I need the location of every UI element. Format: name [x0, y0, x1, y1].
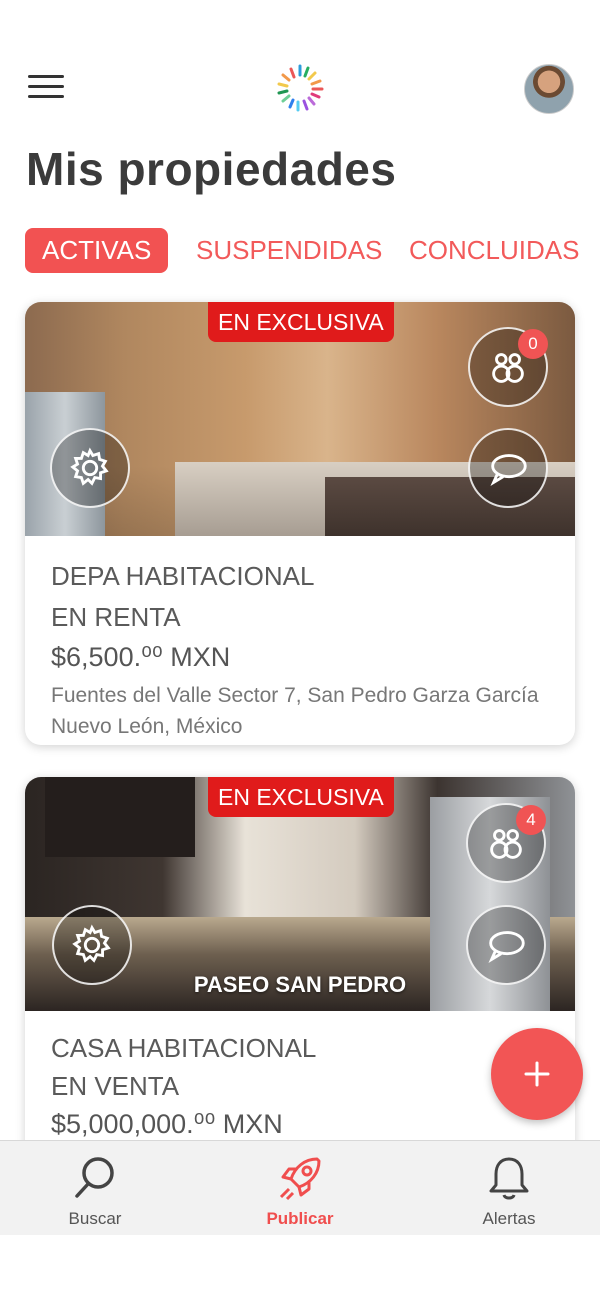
property-address-region: Nuevo León, México: [51, 715, 243, 738]
interested-count-badge: 4: [516, 805, 546, 835]
interested-users-button[interactable]: 0: [468, 327, 548, 407]
tab-activas[interactable]: ACTIVAS: [25, 228, 169, 273]
property-operation: EN RENTA: [51, 602, 181, 632]
bell-icon: [489, 1157, 529, 1200]
exclusive-badge: EN EXCLUSIVA: [208, 777, 394, 817]
nav-label: Publicar: [266, 1209, 334, 1228]
gear-icon: [72, 924, 111, 963]
photo-detail: [45, 777, 195, 857]
page-title: Mis propiedades: [26, 143, 397, 195]
nav-label: Alertas: [482, 1209, 536, 1228]
user-avatar[interactable]: [524, 64, 574, 114]
property-details: DEPA HABITACIONAL EN RENTA $6,500.⁰⁰ MXN…: [25, 536, 575, 742]
exclusive-badge: EN EXCLUSIVA: [208, 302, 394, 342]
burst-logo-icon: [277, 64, 324, 112]
property-photo[interactable]: EN EXCLUSIVA 0: [25, 302, 575, 536]
search-icon: [75, 1157, 114, 1198]
nav-alertas[interactable]: Alertas: [449, 1153, 569, 1229]
property-type: CASA HABITACIONAL: [51, 1033, 317, 1063]
interested-users-button[interactable]: 4: [466, 803, 546, 883]
tab-suspendidas[interactable]: SUSPENDIDAS: [196, 228, 382, 273]
property-photo[interactable]: EN EXCLUSIVA 4 PASEO SAN PEDRO: [25, 777, 575, 1011]
property-price: $5,000,000.⁰⁰ MXN: [51, 1109, 283, 1139]
property-price: $6,500.⁰⁰ MXN: [51, 642, 231, 672]
settings-button[interactable]: [50, 428, 130, 508]
add-property-button[interactable]: [491, 1028, 583, 1120]
property-card[interactable]: EN EXCLUSIVA 4 PASEO SAN PEDRO CASA HABI…: [25, 777, 575, 1197]
photo-caption: PASEO SAN PEDRO: [193, 972, 407, 997]
property-card[interactable]: EN EXCLUSIVA 0 DEPA HABITACIONAL EN RENT…: [25, 302, 575, 745]
chat-button[interactable]: [468, 428, 548, 508]
rocket-icon: [279, 1157, 321, 1201]
nav-buscar[interactable]: Buscar: [35, 1153, 155, 1229]
property-address: Fuentes del Valle Sector 7, San Pedro Ga…: [51, 684, 539, 707]
hamburger-menu-icon[interactable]: [28, 75, 64, 103]
chat-bubble-icon: [488, 931, 525, 963]
property-operation: EN VENTA: [51, 1071, 180, 1101]
gear-icon: [70, 447, 109, 486]
bottom-navigation: Buscar Publicar Alertas: [0, 1140, 600, 1235]
status-tabs: ACTIVAS SUSPENDIDAS CONCLUIDAS: [25, 228, 585, 274]
nav-publicar[interactable]: Publicar: [240, 1153, 360, 1229]
top-app-bar: [0, 0, 600, 130]
chat-bubble-icon: [490, 454, 527, 486]
plus-icon: [524, 1061, 550, 1087]
property-type: DEPA HABITACIONAL: [51, 561, 315, 591]
tab-concluidas[interactable]: CONCLUIDAS: [409, 228, 579, 273]
interested-count-badge: 0: [518, 329, 548, 359]
nav-label: Buscar: [68, 1209, 122, 1228]
